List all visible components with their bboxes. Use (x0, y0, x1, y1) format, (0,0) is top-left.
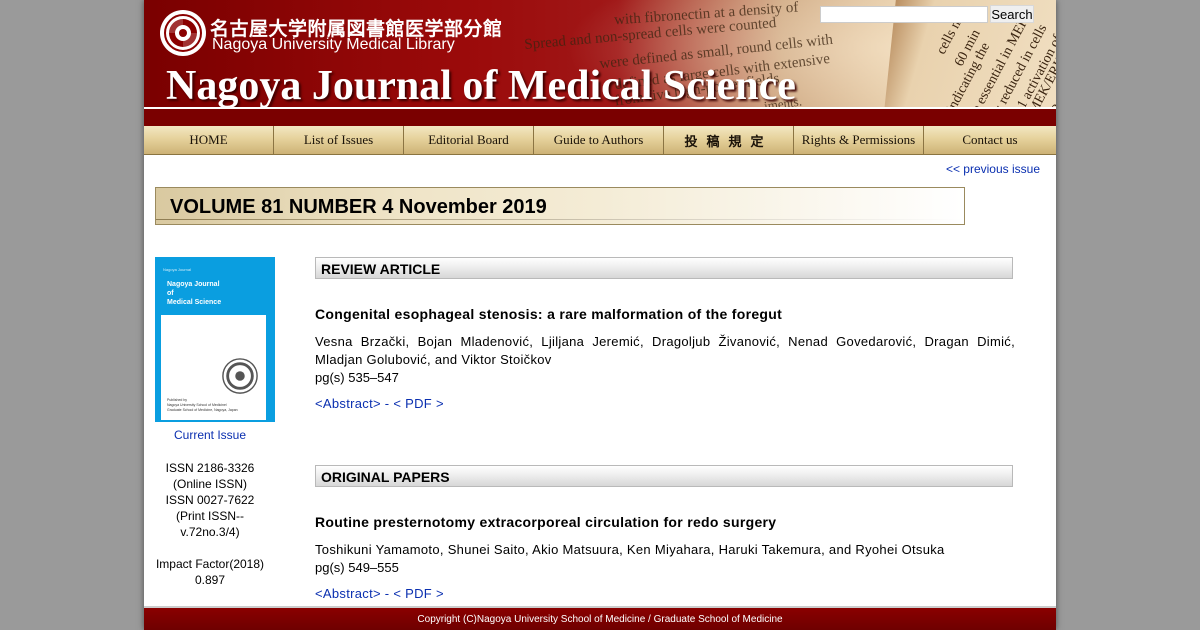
cover-title: Nagoya Journal of Medical Science (167, 280, 221, 307)
nav-item-rights-permissions[interactable]: Rights & Permissions (794, 126, 924, 154)
cover-title-line: Nagoya Journal (167, 281, 220, 288)
footer: Copyright (C)Nagoya University School of… (144, 606, 1056, 630)
article-authors: Vesna Brzački, Bojan Mladenović, Ljiljan… (315, 334, 1015, 367)
link-separator: - (380, 586, 394, 601)
section-heading: REVIEW ARTICLE (321, 261, 441, 277)
issn-print-note-2: v.72no.3/4) (180, 525, 240, 539)
article-links: <Abstract> - < PDF > (315, 396, 444, 411)
previous-issue-link[interactable]: << previous issue (946, 162, 1040, 176)
volume-header: VOLUME 81 NUMBER 4 November 2019 (155, 187, 965, 225)
volume-title: VOLUME 81 NUMBER 4 November 2019 (170, 196, 547, 218)
volume-header-underline (156, 219, 964, 220)
section-header-review: REVIEW ARTICLE (315, 257, 1013, 279)
cover-top-text: Nagoya Journal (163, 267, 191, 272)
article-pages: pg(s) 535–547 (315, 370, 399, 385)
cover-title-small: Nagoya Journal (163, 267, 192, 272)
nav-item-list-of-issues[interactable]: List of Issues (274, 126, 404, 154)
issn-online-note: (Online ISSN) (172, 477, 248, 491)
journal-cover-image[interactable]: Nagoya Journal Nagoya Journal of Medical… (155, 257, 275, 422)
abstract-link[interactable]: <Abstract> (315, 396, 381, 411)
pdf-link[interactable]: < PDF > (393, 586, 444, 601)
article-title: Congenital esophageal stenosis: a rare m… (315, 306, 783, 322)
cover-publisher-line: Graduate School of Medicine, Nagoya, Jap… (167, 408, 238, 412)
abstract-link[interactable]: <Abstract> (315, 586, 381, 601)
library-logo-icon (160, 10, 206, 56)
link-separator: - (380, 396, 394, 411)
impact-factor-value: 0.897 (194, 573, 226, 587)
journal-title[interactable]: Nagoya Journal of Medical Science (166, 62, 796, 110)
article-links: <Abstract> - < PDF > (315, 586, 444, 601)
nav-item-submission-rules[interactable]: 投稿規定 (664, 126, 794, 154)
section-heading: ORIGINAL PAPERS (321, 469, 450, 485)
current-issue-link[interactable]: Current Issue (155, 428, 265, 442)
issn-print-note: (Print ISSN-- (175, 509, 244, 523)
article-title: Routine presternotomy extracorporeal cir… (315, 514, 777, 530)
cover-title-line: Medical Science (167, 299, 222, 306)
issn-print: ISSN 0027-7622 (165, 493, 255, 507)
nav-item-home[interactable]: HOME (144, 126, 274, 154)
search-input[interactable] (820, 6, 988, 23)
cover-seal-icon (222, 358, 258, 394)
footer-copyright: Copyright (C)Nagoya University School of… (417, 614, 783, 625)
journal-info: ISSN 2186-3326 (Online ISSN) ISSN 0027-7… (150, 460, 270, 588)
main-nav: HOME List of Issues Editorial Board Guid… (144, 126, 1056, 155)
nav-item-editorial-board[interactable]: Editorial Board (404, 126, 534, 154)
header-banner: with fibronectin at a density of Spread … (144, 0, 1056, 126)
nav-item-contact-us[interactable]: Contact us (924, 126, 1056, 154)
cover-publisher: Published by Nagoya University School of… (167, 398, 238, 413)
article-authors: Toshikuni Yamamoto, Shunei Saito, Akio M… (315, 542, 945, 557)
library-name-en: Nagoya University Medical Library (212, 36, 455, 53)
page-shell: with fibronectin at a density of Spread … (144, 0, 1056, 630)
nav-item-guide-to-authors[interactable]: Guide to Authors (534, 126, 664, 154)
impact-factor-label: Impact Factor(2018) (155, 557, 265, 571)
issn-online: ISSN 2186-3326 (165, 461, 255, 475)
cover-title-line: of (167, 290, 174, 297)
pdf-link[interactable]: < PDF > (393, 396, 444, 411)
banner-bottom-strip (144, 109, 1056, 126)
article-pages: pg(s) 549–555 (315, 560, 399, 575)
section-header-original: ORIGINAL PAPERS (315, 465, 1013, 487)
search-button[interactable]: Search (990, 5, 1034, 23)
